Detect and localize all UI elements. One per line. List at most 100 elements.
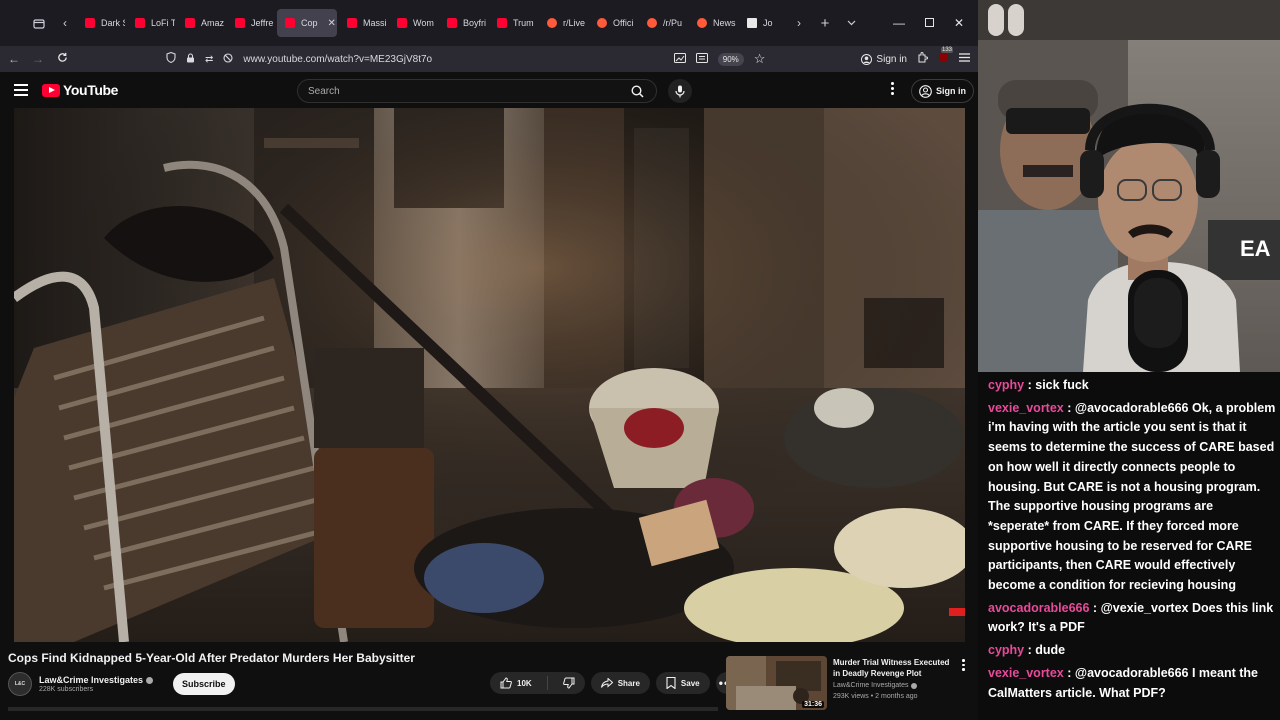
recommended-menu-icon[interactable]	[962, 659, 965, 671]
youtube-signin-label: Sign in	[936, 86, 966, 96]
browser-tab[interactable]: /r/Pu	[639, 9, 687, 37]
chat-username[interactable]: cyphy	[988, 378, 1024, 392]
chat-username[interactable]: vexie_vortex	[988, 401, 1064, 415]
chat-username[interactable]: cyphy	[988, 643, 1024, 657]
forward-arrow-icon[interactable]: →	[26, 52, 50, 66]
like-dislike-group: 10K	[490, 672, 585, 694]
channel-avatar[interactable]: L&C	[8, 672, 32, 696]
url-text[interactable]: www.youtube.com/watch?v=ME23GjV8t7o	[243, 54, 432, 65]
search-input[interactable]	[298, 85, 618, 97]
thumbs-up-icon	[500, 677, 512, 689]
recommended-video-card[interactable]: 31:36 Murder Trial Witness Executed in D…	[726, 656, 971, 712]
browser-tab[interactable]: Jeffre	[227, 9, 275, 37]
youtube-play-logo-icon	[42, 83, 60, 97]
search-button[interactable]	[618, 80, 656, 102]
reader-view-icon[interactable]	[695, 52, 708, 66]
browser-tab-label: /r/Pu	[663, 18, 683, 28]
search-box	[297, 79, 657, 103]
address-bar[interactable]: ⇄ www.youtube.com/watch?v=ME23GjV8t7o	[74, 51, 674, 66]
browser-tab-label: Trum	[513, 18, 534, 28]
save-bookmark-icon	[666, 677, 676, 689]
youtube-logo[interactable]: YouTube	[42, 82, 118, 98]
extensions-icon[interactable]	[917, 52, 928, 66]
browser-tab[interactable]: Boyfri	[439, 9, 487, 37]
back-arrow-icon[interactable]: ←	[2, 52, 26, 66]
tab-list: Dark S LoFi T Amaz Jeffre Cop ✕ Massi Wom Boyfri…	[76, 9, 788, 37]
reddit-favicon-icon	[647, 18, 657, 28]
chat-message: vexie_vortex : @avocadorable666 Ok, a pr…	[988, 399, 1276, 596]
chat-message: cyphy : sick fuck	[988, 376, 1276, 396]
dislike-button[interactable]	[553, 672, 585, 694]
tracking-shield-icon[interactable]	[166, 51, 176, 66]
close-tab-icon[interactable]: ✕	[328, 18, 336, 29]
close-window-icon[interactable]: ✕	[944, 16, 974, 30]
browser-tab-label: Dark S	[101, 18, 125, 28]
chat-separator: :	[1024, 643, 1036, 658]
browser-tab-label: Offici	[613, 18, 634, 28]
tracking-blocked-icon[interactable]	[223, 52, 233, 66]
chat-panel: cyphy : sick fuck vexie_vortex : @avocado…	[978, 372, 1280, 720]
youtube-favicon-icon	[135, 18, 145, 28]
reddit-favicon-icon	[547, 18, 557, 28]
browser-tab[interactable]: Trum	[489, 9, 537, 37]
channel-name-text[interactable]: Law&Crime Investigates	[39, 675, 143, 685]
channel-name[interactable]: Law&Crime Investigates	[39, 675, 154, 685]
browser-tab[interactable]: Amaz	[177, 9, 225, 37]
new-tab-icon[interactable]: +	[814, 12, 836, 34]
recommended-title[interactable]: Murder Trial Witness Executed in Deadly …	[833, 657, 957, 679]
browser-tab[interactable]: Cop ✕	[277, 9, 337, 37]
recommended-channel[interactable]: Law&Crime Investigates	[833, 682, 918, 689]
video-player[interactable]	[14, 108, 965, 642]
browser-tab[interactable]: News	[689, 9, 737, 37]
chat-username[interactable]: vexie_vortex	[988, 666, 1064, 680]
ublock-icon[interactable]: 133	[938, 47, 954, 66]
browser-tab[interactable]: Massi	[339, 9, 387, 37]
zoom-level[interactable]: 90%	[717, 52, 744, 66]
recommended-views: 293K views	[833, 693, 869, 700]
permissions-icon[interactable]: ⇄	[205, 54, 213, 65]
voice-search-button[interactable]	[668, 79, 692, 103]
chat-separator: :	[1089, 600, 1101, 615]
youtube-favicon-icon	[397, 18, 407, 28]
like-button[interactable]: 10K	[490, 672, 542, 694]
ublock-badge: 133	[941, 47, 954, 53]
site-favicon-icon	[747, 18, 757, 28]
tab-overview-icon[interactable]	[28, 12, 50, 34]
app-menu-icon[interactable]	[959, 53, 970, 65]
browser-tab[interactable]: Dark S	[77, 9, 125, 37]
browser-tab-label: Wom	[413, 18, 434, 28]
save-button[interactable]: Save	[655, 672, 710, 694]
account-signin[interactable]: Sign in	[861, 53, 907, 65]
guide-menu-icon[interactable]	[14, 84, 28, 96]
scroll-tabs-left-icon[interactable]: ‹	[54, 12, 76, 34]
minimize-icon[interactable]: —	[884, 16, 914, 30]
browser-tab[interactable]: Offici	[589, 9, 637, 37]
video-frame	[14, 108, 965, 642]
video-actions: 10K Share Save •••	[490, 672, 738, 694]
youtube-favicon-icon	[497, 18, 507, 28]
share-arrow-icon	[600, 678, 613, 688]
youtube-signin-button[interactable]: Sign in	[911, 79, 974, 103]
browser-tab-label: Cop	[301, 18, 318, 28]
browser-tab[interactable]: Wom	[389, 9, 437, 37]
maximize-icon[interactable]	[914, 16, 944, 30]
reload-icon[interactable]	[50, 52, 74, 66]
screenshot-icon[interactable]	[673, 52, 686, 66]
settings-more-icon[interactable]	[886, 82, 898, 95]
chat-message: avocadorable666 : @vexie_vortex Does thi…	[988, 599, 1276, 638]
chat-username[interactable]: avocadorable666	[988, 601, 1089, 615]
recommended-thumbnail[interactable]: 31:36	[726, 656, 827, 710]
share-button[interactable]: Share	[590, 672, 650, 694]
browser-tab[interactable]: Jo	[739, 9, 787, 37]
lock-icon[interactable]	[186, 52, 195, 66]
scroll-tabs-right-icon[interactable]: ›	[788, 12, 810, 34]
list-all-tabs-icon[interactable]	[840, 12, 862, 34]
browser-tab[interactable]: r/Live	[539, 9, 587, 37]
like-divider	[546, 676, 548, 690]
browser-tab[interactable]: LoFi T	[127, 9, 175, 37]
subscribe-button[interactable]: Subscribe	[173, 673, 235, 695]
search-icon	[630, 84, 644, 98]
recommended-channel-name: Law&Crime Investigates	[833, 682, 909, 689]
bookmark-star-icon[interactable]: ☆	[754, 51, 766, 67]
recommended-meta: 293K views • 2 months ago	[833, 693, 918, 700]
